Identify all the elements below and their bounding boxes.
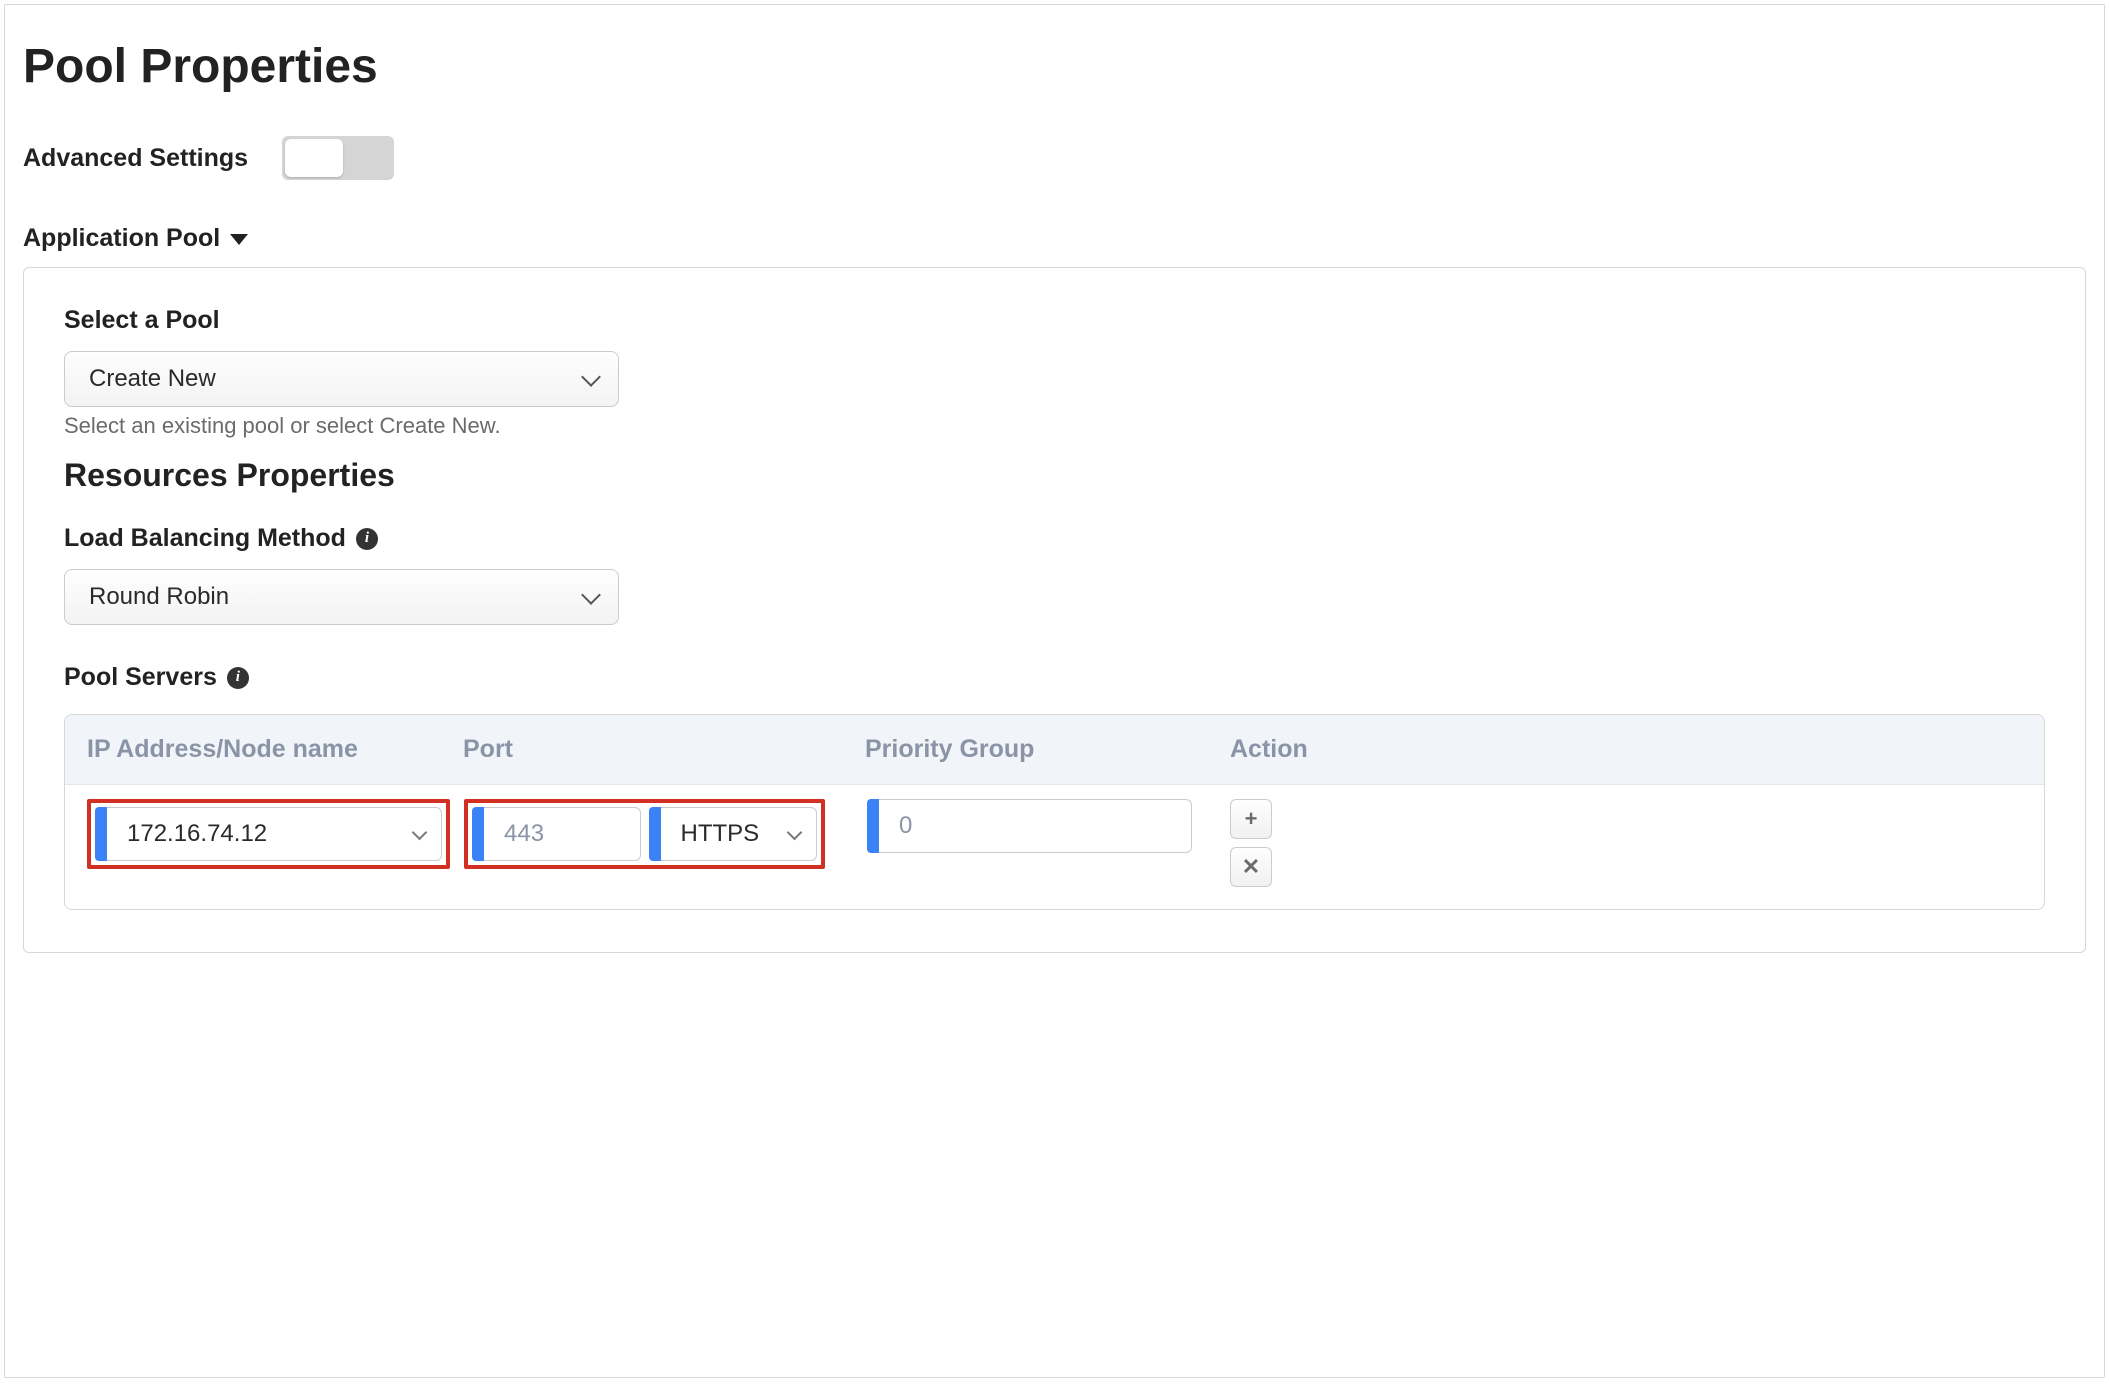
caret-down-icon xyxy=(230,234,248,245)
x-icon: ✕ xyxy=(1242,854,1260,880)
select-pool-label: Select a Pool xyxy=(64,306,2045,335)
info-icon[interactable]: i xyxy=(356,528,378,550)
select-pool-value: Create New xyxy=(89,365,216,393)
chevron-down-icon xyxy=(412,825,428,841)
pool-servers-label-text: Pool Servers xyxy=(64,663,217,692)
chevron-down-icon xyxy=(581,367,601,387)
priority-group-value: 0 xyxy=(899,812,912,840)
info-icon[interactable]: i xyxy=(227,667,249,689)
col-header-action: Action xyxy=(1230,735,1310,764)
accent-bar xyxy=(649,807,661,861)
accent-bar xyxy=(867,799,879,853)
action-cell: + ✕ xyxy=(1230,799,1272,887)
resources-properties-heading: Resources Properties xyxy=(64,457,2045,494)
col-header-priority: Priority Group xyxy=(865,735,1230,764)
pool-properties-panel: Pool Properties Advanced Settings Applic… xyxy=(4,4,2105,1378)
advanced-settings-label: Advanced Settings xyxy=(23,144,248,173)
pool-servers-table: IP Address/Node name Port Priority Group… xyxy=(64,714,2045,910)
accent-bar xyxy=(95,807,107,861)
accent-bar xyxy=(472,807,484,861)
chevron-down-icon xyxy=(787,825,803,841)
port-number-value: 443 xyxy=(504,820,544,848)
highlight-box-ip: 172.16.74.12 xyxy=(87,799,450,869)
chevron-down-icon xyxy=(581,585,601,605)
page-title: Pool Properties xyxy=(23,39,2086,94)
advanced-settings-row: Advanced Settings xyxy=(23,136,2086,180)
advanced-settings-toggle[interactable] xyxy=(282,136,394,180)
select-pool-dropdown[interactable]: Create New xyxy=(64,351,619,407)
port-name-dropdown[interactable]: HTTPS xyxy=(649,807,818,861)
highlight-box-port: 443 HTTPS xyxy=(464,799,825,869)
toggle-thumb xyxy=(285,139,343,177)
pool-servers-label: Pool Servers i xyxy=(64,663,2045,692)
table-header: IP Address/Node name Port Priority Group… xyxy=(65,715,2044,785)
col-header-port: Port xyxy=(463,735,865,764)
select-pool-help: Select an existing pool or select Create… xyxy=(64,413,2045,439)
port-name-value: HTTPS xyxy=(681,820,760,848)
application-pool-body: Select a Pool Create New Select an exist… xyxy=(23,267,2086,953)
ip-address-field[interactable]: 172.16.74.12 xyxy=(95,807,442,861)
table-row: 172.16.74.12 443 xyxy=(65,785,2044,909)
ip-address-value: 172.16.74.12 xyxy=(127,820,267,848)
plus-icon: + xyxy=(1245,806,1258,832)
remove-row-button[interactable]: ✕ xyxy=(1230,847,1272,887)
lb-method-value: Round Robin xyxy=(89,583,229,611)
priority-group-cell: 0 xyxy=(867,799,1192,853)
priority-group-field[interactable]: 0 xyxy=(867,799,1192,853)
port-number-field[interactable]: 443 xyxy=(472,807,641,861)
lb-method-label: Load Balancing Method i xyxy=(64,524,2045,553)
col-header-ip: IP Address/Node name xyxy=(87,735,463,764)
add-row-button[interactable]: + xyxy=(1230,799,1272,839)
lb-method-label-text: Load Balancing Method xyxy=(64,524,346,553)
application-pool-title: Application Pool xyxy=(23,224,220,253)
lb-method-dropdown[interactable]: Round Robin xyxy=(64,569,619,625)
select-pool-label-text: Select a Pool xyxy=(64,306,220,335)
application-pool-header[interactable]: Application Pool xyxy=(23,224,2086,253)
